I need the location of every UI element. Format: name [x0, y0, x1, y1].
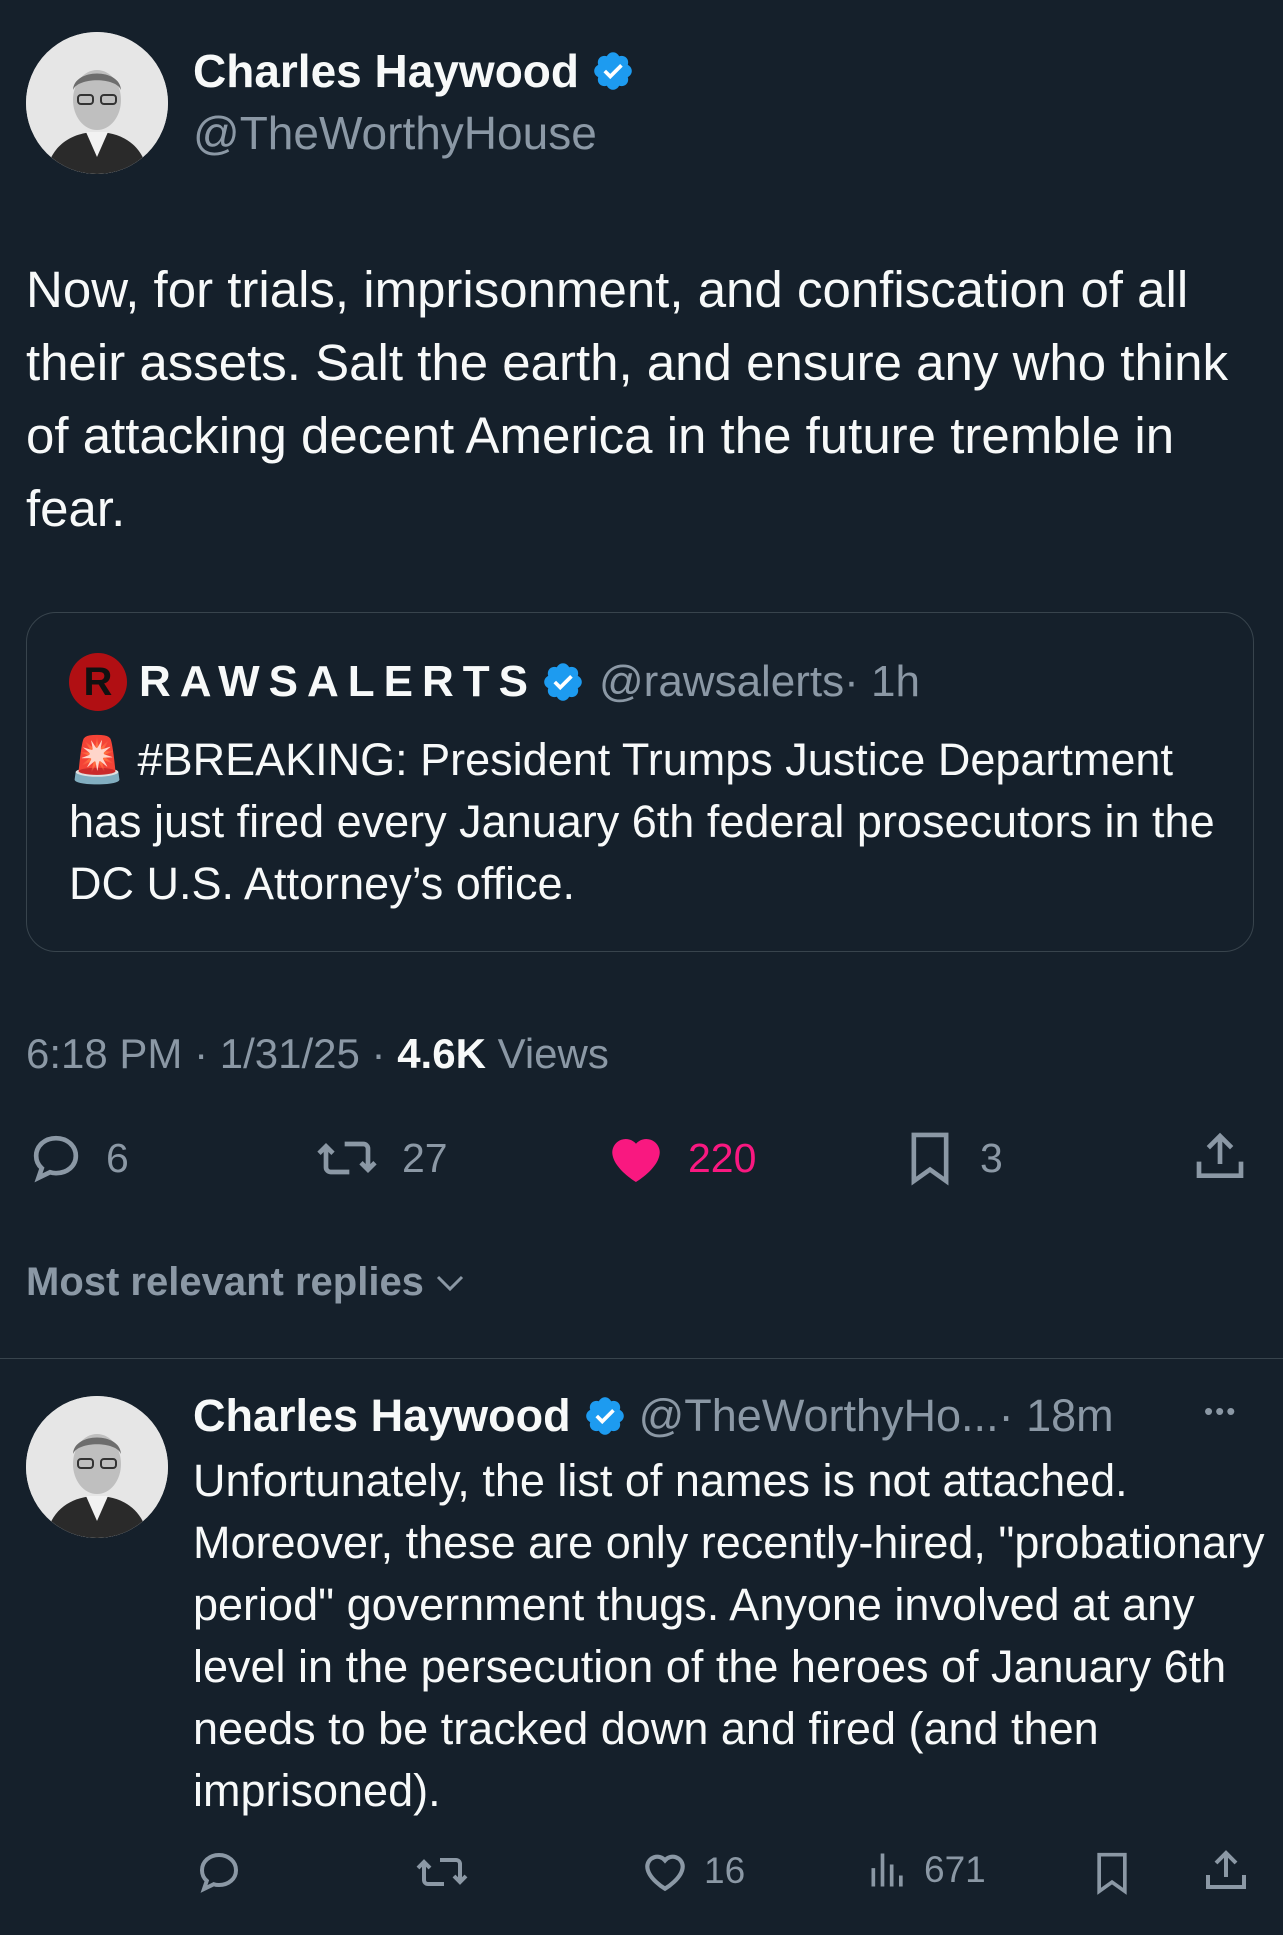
- heart-icon: [645, 1854, 685, 1892]
- reply-views-button[interactable]: 671: [866, 1846, 986, 1894]
- repost-icon: [317, 1141, 377, 1175]
- bookmark-count: 3: [980, 1134, 1003, 1181]
- reply-share-button[interactable]: [1202, 1846, 1264, 1896]
- quote-author-name: RAWSALERTS: [139, 657, 537, 706]
- replies-sort-label: Most relevant replies: [26, 1260, 424, 1304]
- reply-like-button[interactable]: 16: [640, 1846, 745, 1896]
- reply-icon: [199, 1852, 239, 1893]
- like-button[interactable]: 220: [606, 1128, 756, 1188]
- share-icon: [1206, 1850, 1246, 1889]
- author-avatar[interactable]: [26, 32, 168, 174]
- quote-text: #BREAKING: President Trumps Justice Depa…: [69, 734, 1215, 909]
- chevron-down-icon: [436, 1275, 463, 1291]
- repost-icon: [416, 1858, 468, 1886]
- heart-filled-icon: [612, 1139, 660, 1182]
- bookmark-icon: [911, 1132, 949, 1186]
- reply-time: · 18m: [998, 1390, 1114, 1441]
- reply-views-count: 671: [924, 1849, 986, 1890]
- reply-author-name[interactable]: Charles Haywood: [193, 1390, 571, 1442]
- tweet-timestamp[interactable]: 6:18 PM · 1/31/25 ·: [26, 1030, 397, 1077]
- like-count: 220: [688, 1134, 757, 1181]
- repost-button[interactable]: 27: [314, 1130, 448, 1186]
- divider: [0, 1358, 1283, 1359]
- verified-badge-icon: [544, 663, 582, 701]
- reply-text: Unfortunately, the list of names is not …: [193, 1455, 1265, 1816]
- author-name[interactable]: Charles Haywood: [193, 44, 579, 98]
- bookmark-icon: [1097, 1852, 1127, 1895]
- quote-time: · 1h: [844, 657, 920, 706]
- verified-badge-icon: [594, 52, 632, 90]
- quote-tweet-card[interactable]: R RAWSALERTS @rawsalerts · 1h 🚨 #BREAKIN…: [26, 612, 1254, 952]
- reply-reply-button[interactable]: [195, 1848, 257, 1896]
- share-button[interactable]: [1192, 1128, 1248, 1191]
- quote-handle: @rawsalerts: [599, 657, 845, 706]
- bookmark-button[interactable]: 3: [902, 1128, 1003, 1188]
- reply-icon: [33, 1135, 79, 1183]
- share-icon: [1196, 1132, 1244, 1178]
- reply-like-count: 16: [704, 1850, 746, 1891]
- more-options-icon[interactable]: •••: [1204, 1396, 1237, 1427]
- tweet-text: Now, for trials, imprisonment, and confi…: [26, 261, 1229, 537]
- reply-count: 6: [106, 1134, 129, 1181]
- reply-handle[interactable]: @TheWorthyHo...: [639, 1390, 999, 1442]
- siren-emoji-icon: 🚨: [69, 734, 126, 785]
- reply-bookmark-button[interactable]: [1090, 1848, 1148, 1898]
- reply-button[interactable]: 6: [28, 1130, 129, 1186]
- views-count: 4.6K: [397, 1030, 486, 1077]
- reply-repost-button[interactable]: [414, 1848, 484, 1896]
- views-chart-icon: [871, 1853, 903, 1887]
- replies-sort-dropdown[interactable]: Most relevant replies: [26, 1260, 468, 1305]
- rawsalerts-avatar: R: [69, 653, 127, 711]
- verified-badge-icon: [585, 1397, 624, 1435]
- repost-count: 27: [402, 1134, 448, 1181]
- reply-author-avatar[interactable]: [26, 1396, 168, 1538]
- views-label: Views: [485, 1030, 609, 1077]
- author-handle[interactable]: @TheWorthyHouse: [193, 106, 597, 160]
